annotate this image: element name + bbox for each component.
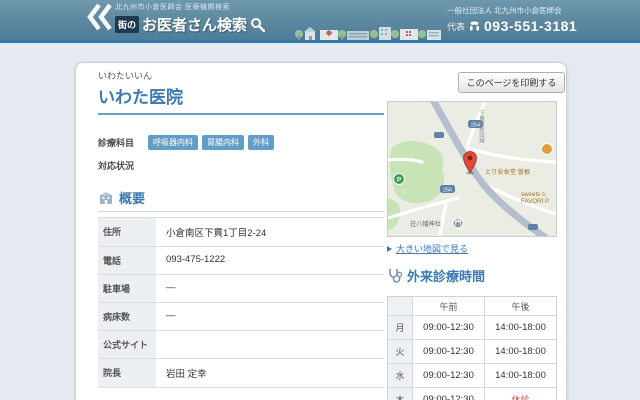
- clinic-name-title: いわた医院: [98, 83, 384, 115]
- hours-row-wed: 水 09:00-12:30 14:00-18:00: [388, 364, 556, 388]
- row-value: 093-475-1222: [156, 247, 384, 274]
- am-cell: 09:00-12:30: [413, 364, 485, 387]
- map-hours-column: 254 256 P とり安食堂 曽根: [387, 101, 557, 400]
- arrow-icon: [387, 246, 392, 252]
- pm-cell-closed: 休診: [485, 388, 556, 400]
- status-label: 対応状況: [98, 159, 148, 172]
- svg-text:256: 256: [443, 187, 452, 193]
- row-value: 小倉南区下貫1丁目2-24: [156, 218, 384, 246]
- department-badge: 胃腸内科: [202, 135, 244, 150]
- am-cell: 09:00-12:30: [413, 388, 485, 400]
- clinic-furigana: いわたいいん: [98, 69, 384, 82]
- row-value: 岩田 定幸: [156, 359, 384, 387]
- rep-label: 代表: [447, 20, 465, 33]
- hours-row-mon: 月 09:00-12:30 14:00-18:00: [388, 316, 556, 340]
- am-cell: 09:00-12:30: [413, 316, 485, 339]
- overview-section-header: 概要: [98, 188, 384, 212]
- row-label: 院長: [98, 359, 156, 387]
- row-value: —: [156, 303, 384, 330]
- site-logo[interactable]: 北九州市小倉医師会 医療機関検索 街の お医者さん検索: [86, 2, 265, 35]
- overview-table: 住所 小倉南区下貫1丁目2-24 電話 093-475-1222 駐車場 — 病…: [98, 217, 384, 388]
- departments-label: 診療科目: [98, 136, 148, 149]
- table-row: 駐車場 —: [98, 275, 384, 303]
- hours-section-header: 外来診療時間: [387, 266, 557, 289]
- org-name: 一般社団法人 北九州市小倉医師会: [447, 5, 577, 16]
- larger-map-link[interactable]: 大きい地図で見る: [387, 242, 557, 255]
- status-row: 対応状況: [98, 159, 384, 172]
- hours-title: 外来診療時間: [407, 266, 485, 285]
- row-label: 駐車場: [98, 275, 156, 302]
- logo-text-block: 北九州市小倉医師会 医療機関検索 街の お医者さん検索: [115, 2, 265, 35]
- sweets-label[interactable]: FAVORI P: [521, 198, 549, 205]
- table-row: 公式サイト: [98, 331, 384, 359]
- magnifier-icon: [250, 17, 265, 32]
- machi-badge: 街の: [115, 16, 139, 33]
- hours-row-tue: 火 09:00-12:30 14:00-18:00: [388, 340, 556, 364]
- department-badge: 外科: [248, 135, 274, 150]
- header-contact: 一般社団法人 北九州市小倉医師会 代表 093-551-3181: [447, 5, 577, 34]
- pm-cell: 14:00-18:00: [485, 316, 556, 339]
- map-canvas[interactable]: 254 256 P とり安食堂 曽根: [388, 102, 556, 236]
- table-row: 院長 岩田 定幸: [98, 359, 384, 388]
- park-area: [390, 141, 445, 203]
- hours-corner-cell: [388, 297, 413, 315]
- cityscape-illustration: [294, 22, 444, 40]
- am-cell: 09:00-12:30: [413, 340, 485, 363]
- row-label: 病床数: [98, 303, 156, 330]
- row-label: 公式サイト: [98, 331, 156, 358]
- hours-row-thu: 木 09:00-12:30 休診: [388, 388, 556, 400]
- building-icon: [98, 191, 114, 205]
- department-badge: 呼吸器内科: [148, 135, 198, 150]
- hours-header-row: 午前 午後: [388, 297, 556, 316]
- restaurant-label[interactable]: とり安食堂 曽根: [485, 168, 530, 176]
- page: 北九州市小倉医師会 医療機関検索 街の お医者さん検索: [0, 0, 640, 400]
- pm-cell: 14:00-18:00: [485, 364, 556, 387]
- rep-phone: 093-551-3181: [484, 18, 577, 34]
- pm-cell: 14:00-18:00: [485, 340, 556, 363]
- table-row: 住所 小倉南区下貫1丁目2-24: [98, 218, 384, 247]
- departments-row: 診療科目 呼吸器内科 胃腸内科 外科: [98, 135, 384, 150]
- table-row: 電話 093-475-1222: [98, 247, 384, 275]
- svg-text:P: P: [397, 177, 402, 184]
- day-cell: 木: [388, 388, 413, 400]
- phone-icon: [469, 21, 480, 32]
- row-value: [156, 331, 384, 358]
- content-card: このページを印刷する いわたいいん いわた医院 診療科目 呼吸器内科 胃腸内科 …: [75, 62, 567, 400]
- hours-col-pm: 午後: [485, 297, 556, 315]
- overview-title: 概要: [119, 188, 145, 207]
- day-cell: 水: [388, 364, 413, 387]
- double-chevron-icon: [86, 2, 112, 32]
- day-cell: 月: [388, 316, 413, 339]
- stethoscope-icon: [387, 268, 402, 284]
- print-page-button[interactable]: このページを印刷する: [458, 72, 565, 93]
- restaurant-poi-icon[interactable]: [542, 144, 553, 155]
- row-label: 電話: [98, 247, 156, 274]
- map-frame[interactable]: 254 256 P とり安食堂 曽根: [387, 101, 557, 237]
- site-subtitle: 北九州市小倉医師会 医療機関検索: [115, 2, 265, 12]
- hours-table: 午前 午後 月 09:00-12:30 14:00-18:00 火 09:00-…: [387, 296, 557, 400]
- site-title: お医者さん検索: [142, 14, 247, 35]
- sweets-label[interactable]: sweets s: [521, 191, 545, 198]
- table-row: 病床数 —: [98, 303, 384, 331]
- site-header: 北九州市小倉医師会 医療機関検索 街の お医者さん検索: [0, 0, 640, 43]
- road-name-label: 下曽根新田線: [478, 110, 485, 144]
- parking-poi-icon[interactable]: P: [394, 174, 405, 185]
- hours-col-am: 午前: [413, 297, 485, 315]
- shrine-label[interactable]: 荘八幡神社: [410, 220, 441, 228]
- row-label: 住所: [98, 218, 156, 246]
- clinic-detail-column: いわたいいん いわた医院 診療科目 呼吸器内科 胃腸内科 外科 対応状況: [98, 69, 384, 400]
- row-value: —: [156, 275, 384, 302]
- shrine-poi-icon[interactable]: [453, 218, 463, 228]
- larger-map-link-label[interactable]: 大きい地図で見る: [396, 242, 468, 255]
- day-cell: 火: [388, 340, 413, 363]
